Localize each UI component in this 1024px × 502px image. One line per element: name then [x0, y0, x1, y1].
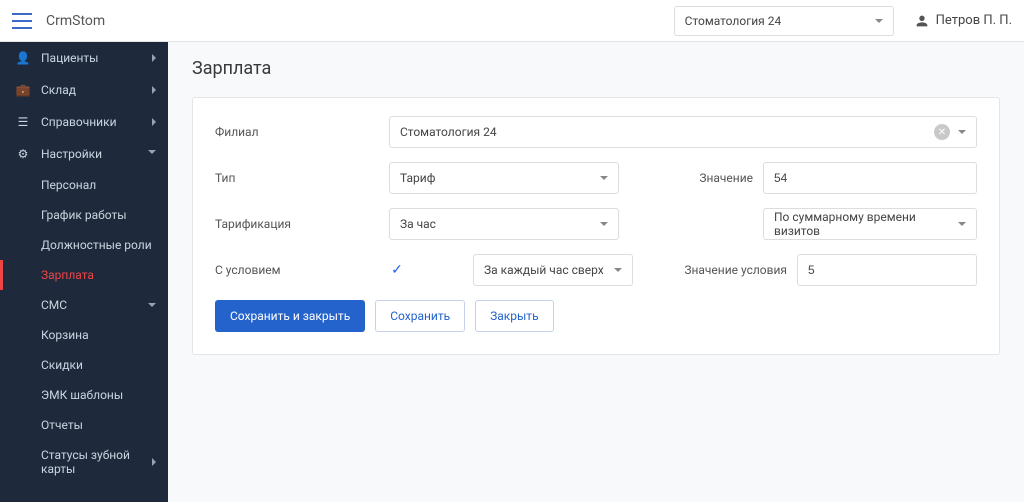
- type-label: Тип: [215, 171, 365, 185]
- list-icon: ☰: [15, 115, 31, 129]
- chevron-down-icon: [958, 222, 966, 226]
- sidebar-sub-tooth-statuses[interactable]: Статусы зубной карты: [0, 440, 168, 484]
- user-name: Петров П. П.: [936, 13, 1012, 28]
- cond-value-input[interactable]: [797, 254, 977, 286]
- cond-per-select[interactable]: За каждый час сверх: [473, 254, 633, 286]
- briefcase-icon: 💼: [15, 83, 31, 97]
- org-select[interactable]: Стоматология 24: [674, 6, 894, 36]
- save-close-button[interactable]: Сохранить и закрыть: [215, 300, 365, 332]
- user-menu[interactable]: Петров П. П.: [914, 13, 1012, 29]
- type-select[interactable]: Тариф: [389, 162, 619, 194]
- menu-toggle-icon[interactable]: [12, 13, 32, 29]
- type-value: Тариф: [400, 171, 435, 185]
- sidebar-sub-personnel[interactable]: Персонал: [0, 170, 168, 200]
- patients-icon: 👤: [15, 51, 31, 65]
- sidebar-sub-roles[interactable]: Должностные роли: [0, 230, 168, 260]
- sidebar-item-label: Справочники: [41, 115, 152, 129]
- tarif-select[interactable]: За час: [389, 208, 619, 240]
- gear-icon: ⚙: [15, 147, 31, 161]
- sidebar-item-label: СМС: [41, 298, 148, 312]
- filial-select[interactable]: Стоматология 24 ✕: [389, 116, 977, 148]
- topbar: CrmStom Стоматология 24 Петров П. П.: [0, 0, 1024, 42]
- chevron-right-icon: [152, 86, 156, 94]
- chevron-right-icon: [152, 118, 156, 126]
- save-button[interactable]: Сохранить: [375, 300, 465, 332]
- chevron-down-icon: [958, 130, 966, 134]
- sidebar-item-directories[interactable]: ☰ Справочники: [0, 106, 168, 138]
- value-label: Значение: [643, 171, 753, 185]
- cond-per-value: За каждый час сверх: [484, 263, 604, 277]
- sidebar-sub-salary[interactable]: Зарплата: [0, 260, 168, 290]
- sidebar-sub-discounts[interactable]: Скидки: [0, 350, 168, 380]
- sidebar: 👤 Пациенты 💼 Склад ☰ Справочники ⚙ Настр…: [0, 42, 168, 502]
- brand: CrmStom: [46, 13, 105, 29]
- sidebar-item-label: Пациенты: [41, 51, 152, 65]
- tarif-label: Тарификация: [215, 217, 365, 231]
- form-card: Филиал Стоматология 24 ✕ Тип Та: [192, 97, 1000, 355]
- tarif-method-select[interactable]: По суммарному времени визитов: [763, 208, 977, 240]
- sidebar-item-warehouse[interactable]: 💼 Склад: [0, 74, 168, 106]
- chevron-down-icon: [614, 268, 622, 272]
- chevron-down-icon: [600, 176, 608, 180]
- filial-value: Стоматология 24: [400, 125, 497, 139]
- chevron-down-icon: [875, 19, 883, 23]
- sidebar-item-settings[interactable]: ⚙ Настройки: [0, 138, 168, 170]
- chevron-right-icon: [152, 458, 156, 466]
- chevron-down-icon: [600, 222, 608, 226]
- value-input[interactable]: [763, 162, 977, 194]
- cond-checkbox[interactable]: ✓: [389, 262, 405, 278]
- close-button[interactable]: Закрыть: [475, 300, 553, 332]
- tarif-method-value: По суммарному времени визитов: [774, 210, 958, 238]
- chevron-right-icon: [152, 54, 156, 62]
- sidebar-item-label: Настройки: [41, 147, 148, 161]
- cond-label: С условием: [215, 263, 365, 277]
- chevron-down-icon: [148, 303, 156, 307]
- user-icon: [914, 13, 930, 29]
- sidebar-sub-reports[interactable]: Отчеты: [0, 410, 168, 440]
- chevron-down-icon: [148, 150, 156, 158]
- sidebar-sub-emk[interactable]: ЭМК шаблоны: [0, 380, 168, 410]
- sidebar-item-patients[interactable]: 👤 Пациенты: [0, 42, 168, 74]
- filial-label: Филиал: [215, 125, 365, 139]
- sidebar-sub-schedule[interactable]: График работы: [0, 200, 168, 230]
- main-content: Зарплата Филиал Стоматология 24 ✕: [168, 42, 1024, 502]
- tarif-value: За час: [400, 217, 436, 231]
- sidebar-item-label: Статусы зубной карты: [41, 448, 152, 476]
- sidebar-item-label: Склад: [41, 83, 152, 97]
- sidebar-sub-sms[interactable]: СМС: [0, 290, 168, 320]
- sidebar-sub-bin[interactable]: Корзина: [0, 320, 168, 350]
- clear-icon[interactable]: ✕: [934, 124, 950, 140]
- page-title: Зарплата: [192, 58, 1000, 79]
- org-select-value: Стоматология 24: [685, 14, 782, 28]
- cond-val-label: Значение условия: [657, 263, 787, 277]
